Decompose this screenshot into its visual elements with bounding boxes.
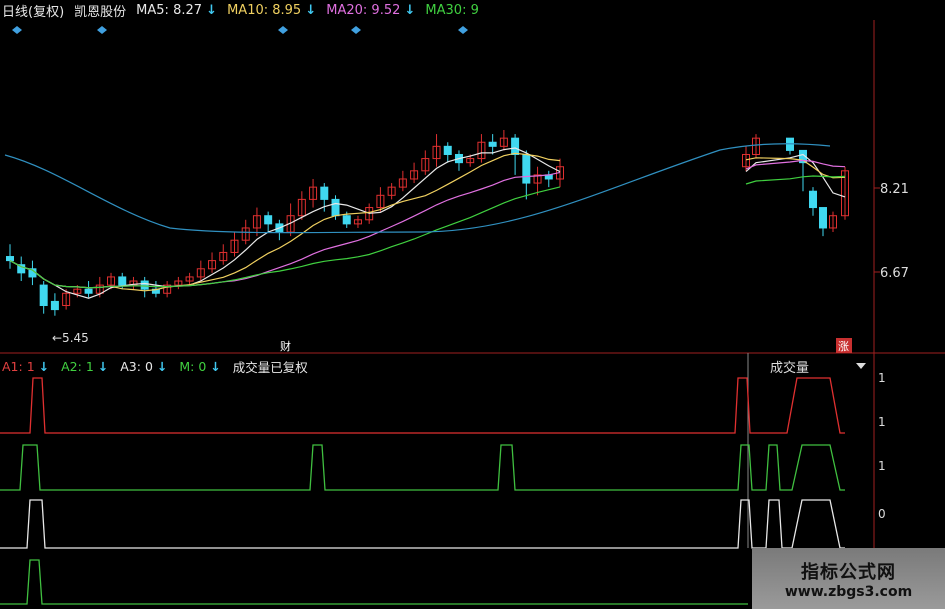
indicator-tick-label: 1 (878, 371, 886, 385)
finance-marker: 财 (280, 339, 291, 353)
indicator-a2-line (0, 444, 845, 491)
candle-body (264, 215, 273, 225)
diamond-marker-icon (278, 26, 288, 34)
m-readout: M: 0 ↓ (179, 358, 221, 374)
a3-readout: A3: 0 ↓ (120, 358, 168, 374)
chart-canvas[interactable]: 8.21 6.67 ←5.45 财 涨 1 1 1 0 (0, 0, 945, 609)
arrow-down-icon: ↓ (156, 358, 168, 374)
low-price-annotation: ←5.45 (52, 331, 89, 345)
candle-body (39, 284, 48, 307)
candle-body (819, 207, 827, 229)
candle-body (342, 215, 351, 225)
rise-marker: 涨 (838, 340, 849, 353)
candle-body (118, 276, 127, 286)
stock-chart-window: 日线(复权) 凯恩股份 MA5: 8.27 ↓ MA10: 8.95 ↓ MA2… (0, 0, 945, 609)
indicator-tick-label: 1 (878, 415, 886, 429)
indicator-tick-label: 1 (878, 459, 886, 473)
diamond-marker-icon (351, 26, 361, 34)
candle-body (488, 141, 497, 147)
a1-readout: A1: 1 ↓ (2, 358, 50, 374)
indicator-header: A1: 1 ↓ A2: 1 ↓ A3: 0 ↓ M: 0 ↓ 成交量已复权 (0, 357, 308, 375)
adjustment-note: 成交量已复权 (232, 359, 308, 375)
ma30-line (745, 175, 846, 185)
diamond-marker-icon (12, 26, 22, 34)
indicator-m-line (0, 559, 748, 605)
indicator-a3-line (0, 499, 845, 549)
candle-body (331, 198, 340, 217)
indicator-tick-label: 0 (878, 507, 886, 521)
a2-readout: A2: 1 ↓ (61, 358, 109, 374)
chevron-down-icon (856, 363, 866, 369)
volume-dropdown[interactable]: 成交量 (770, 356, 874, 376)
candle-body (140, 280, 149, 290)
watermark-title: 指标公式网 (801, 561, 896, 583)
candle-body (320, 186, 329, 200)
diamond-marker-icon (97, 26, 107, 34)
indicator-a1-line (0, 377, 845, 434)
ma60-line (4, 143, 831, 234)
price-tick-label: 8.21 (880, 182, 909, 197)
candle-body (809, 190, 817, 209)
candle-body (6, 256, 14, 262)
price-tick-label: 6.67 (880, 266, 909, 281)
candle-body (443, 145, 452, 155)
arrow-down-icon: ↓ (97, 358, 109, 374)
watermark: 指标公式网 www.zbgs3.com (752, 548, 945, 609)
watermark-url: www.zbgs3.com (784, 583, 913, 600)
diamond-marker-icon (458, 26, 468, 34)
candle-body (511, 137, 520, 155)
candle-body (522, 153, 531, 184)
volume-dropdown-label: 成交量 (770, 360, 810, 376)
candle-body (50, 300, 59, 311)
ma5-line (9, 147, 561, 299)
arrow-down-icon: ↓ (210, 358, 221, 374)
arrow-down-icon: ↓ (38, 358, 50, 374)
ma30-line (9, 186, 561, 289)
candle-body (84, 288, 93, 294)
